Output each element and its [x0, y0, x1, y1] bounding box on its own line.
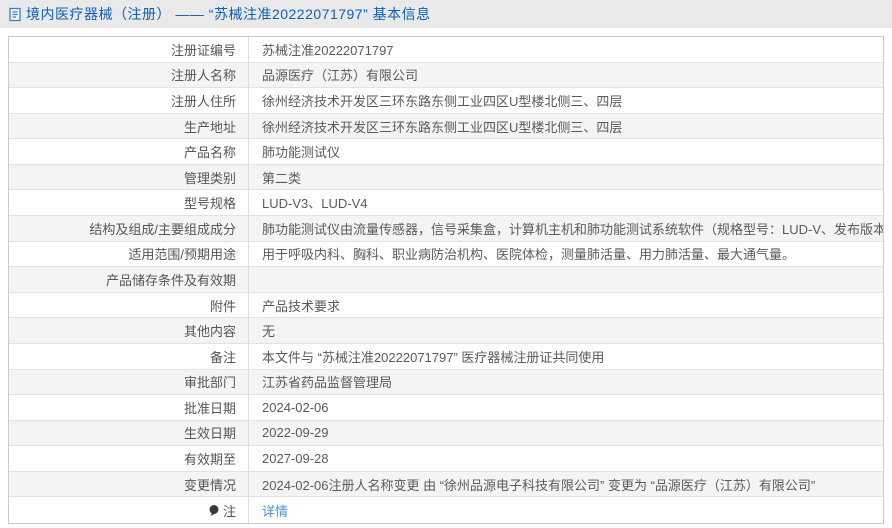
row-value: 苏械注准20222071797 — [249, 37, 883, 62]
row-label: 注 — [9, 497, 249, 523]
table-row-composition: 结构及组成/主要组成成分 肺功能测试仪由流量传感器，信号采集盒，计算机主机和肺功… — [9, 216, 883, 242]
table-row-attachment: 附件 产品技术要求 — [9, 293, 883, 319]
table-row-model-spec: 型号规格 LUD-V3、LUD-V4 — [9, 190, 883, 216]
table-row-registrant-address: 注册人住所 徐州经济技术开发区三环东路东侧工业四区U型楼北侧三、四层 — [9, 88, 883, 114]
table-row-note: 注 详情 — [9, 497, 883, 523]
row-value: 肺功能测试仪由流量传感器，信号采集盒，计算机主机和肺功能测试系统软件（规格型号：… — [249, 216, 883, 241]
row-label: 批准日期 — [9, 395, 249, 420]
row-value: 第二类 — [249, 165, 883, 190]
table-row-intended-use: 适用范围/预期用途 用于呼吸内科、胸科、职业病防治机构、医院体检，测量肺活量、用… — [9, 242, 883, 268]
row-label: 生产地址 — [9, 114, 249, 139]
table-row-reg-number: 注册证编号 苏械注准20222071797 — [9, 37, 883, 63]
row-value: 徐州经济技术开发区三环东路东侧工业四区U型楼北侧三、四层 — [249, 88, 883, 113]
row-label: 产品储存条件及有效期 — [9, 267, 249, 292]
row-value: 无 — [249, 318, 883, 343]
row-value: LUD-V3、LUD-V4 — [249, 190, 883, 215]
page-title: 境内医疗器械（注册） —— “苏械注准20222071797” 基本信息 — [26, 4, 431, 24]
balloon-icon — [208, 504, 220, 517]
details-link[interactable]: 详情 — [262, 501, 288, 520]
table-row-other-content: 其他内容 无 — [9, 318, 883, 344]
registration-info-table: 注册证编号 苏械注准20222071797 注册人名称 品源医疗（江苏）有限公司… — [8, 36, 884, 524]
table-row-effective-date: 生效日期 2022-09-29 — [9, 421, 883, 447]
table-row-product-name: 产品名称 肺功能测试仪 — [9, 139, 883, 165]
document-icon — [8, 7, 22, 22]
row-label: 型号规格 — [9, 190, 249, 215]
row-value: 2022-09-29 — [249, 421, 883, 446]
row-value: 江苏省药品监督管理局 — [249, 370, 883, 395]
row-label: 有效期至 — [9, 446, 249, 471]
row-value: 2027-09-28 — [249, 446, 883, 471]
table-row-production-address: 生产地址 徐州经济技术开发区三环东路东侧工业四区U型楼北侧三、四层 — [9, 114, 883, 140]
row-value: 徐州经济技术开发区三环东路东侧工业四区U型楼北侧三、四层 — [249, 114, 883, 139]
row-label: 审批部门 — [9, 370, 249, 395]
note-label: 注 — [223, 501, 236, 520]
row-value: 用于呼吸内科、胸科、职业病防治机构、医院体检，测量肺活量、用力肺活量、最大通气量… — [249, 242, 883, 267]
row-label: 适用范围/预期用途 — [9, 242, 249, 267]
row-value: 本文件与 “苏械注准20222071797” 医疗器械注册证共同使用 — [249, 344, 883, 369]
table-row-registrant-name: 注册人名称 品源医疗（江苏）有限公司 — [9, 63, 883, 89]
table-row-approval-date: 批准日期 2024-02-06 — [9, 395, 883, 421]
page-header: 境内医疗器械（注册） —— “苏械注准20222071797” 基本信息 — [0, 0, 892, 28]
row-label: 产品名称 — [9, 139, 249, 164]
table-row-management-class: 管理类别 第二类 — [9, 165, 883, 191]
row-label: 注册人住所 — [9, 88, 249, 113]
row-value: 2024-02-06注册人名称变更 由 “徐州品源电子科技有限公司” 变更为 “… — [249, 472, 883, 497]
row-value — [249, 267, 883, 292]
row-label: 结构及组成/主要组成成分 — [9, 216, 249, 241]
row-label: 备注 — [9, 344, 249, 369]
row-label: 注册证编号 — [9, 37, 249, 62]
row-label: 变更情况 — [9, 472, 249, 497]
table-row-approval-department: 审批部门 江苏省药品监督管理局 — [9, 370, 883, 396]
row-value: 肺功能测试仪 — [249, 139, 883, 164]
row-value: 品源医疗（江苏）有限公司 — [249, 63, 883, 88]
table-row-storage-validity: 产品储存条件及有效期 — [9, 267, 883, 293]
row-label: 生效日期 — [9, 421, 249, 446]
table-row-remarks: 备注 本文件与 “苏械注准20222071797” 医疗器械注册证共同使用 — [9, 344, 883, 370]
row-label: 管理类别 — [9, 165, 249, 190]
row-value: 2024-02-06 — [249, 395, 883, 420]
row-label: 附件 — [9, 293, 249, 318]
table-row-expiry-date: 有效期至 2027-09-28 — [9, 446, 883, 472]
table-row-change-record: 变更情况 2024-02-06注册人名称变更 由 “徐州品源电子科技有限公司” … — [9, 472, 883, 498]
row-label: 其他内容 — [9, 318, 249, 343]
row-label: 注册人名称 — [9, 63, 249, 88]
row-value: 产品技术要求 — [249, 293, 883, 318]
